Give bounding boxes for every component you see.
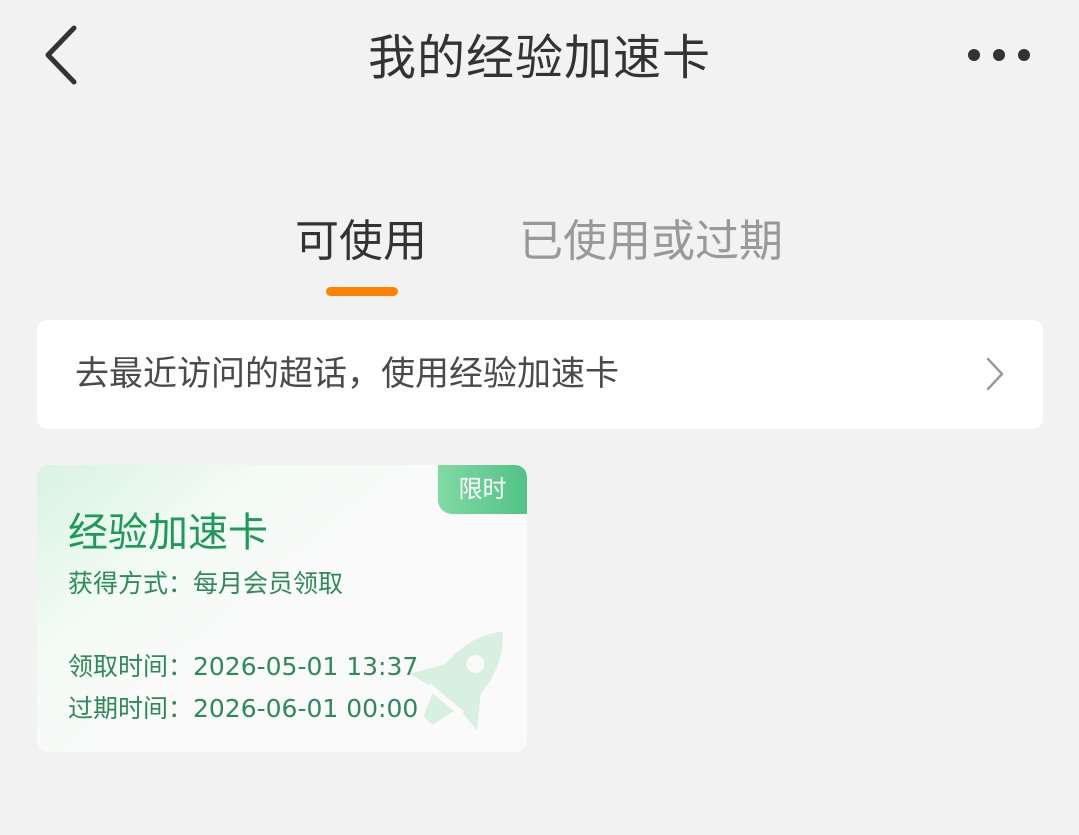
active-tab-indicator xyxy=(326,287,398,296)
chevron-right-icon xyxy=(986,357,1004,391)
exp-boost-card[interactable]: 限时 经验加速卡 获得方式：每月会员领取 领取时间：2026-05-01 13:… xyxy=(37,465,527,752)
tab-bar: 可使用 已使用或过期 xyxy=(0,210,1079,300)
rocket-icon xyxy=(409,631,503,731)
card-source: 获得方式：每月会员领取 xyxy=(68,569,344,598)
limited-time-badge: 限时 xyxy=(438,465,527,514)
shortcut-label: 去最近访问的超话，使用经验加速卡 xyxy=(75,354,619,394)
more-dot-icon xyxy=(993,49,1005,61)
visit-recent-topic-link[interactable]: 去最近访问的超话，使用经验加速卡 xyxy=(37,320,1043,429)
more-dot-icon xyxy=(1018,49,1030,61)
card-expire-time: 过期时间：2026-06-01 00:00 xyxy=(68,694,419,723)
more-options-button[interactable] xyxy=(959,30,1039,80)
card-title: 经验加速卡 xyxy=(68,510,268,556)
page-title: 我的经验加速卡 xyxy=(367,30,711,86)
tab-used-or-expired[interactable]: 已使用或过期 xyxy=(519,210,783,274)
tab-available[interactable]: 可使用 xyxy=(295,210,427,274)
top-nav-bar: 我的经验加速卡 xyxy=(0,0,1079,115)
card-receive-time: 领取时间：2026-05-01 13:37 xyxy=(68,652,419,681)
more-dot-icon xyxy=(968,49,980,61)
